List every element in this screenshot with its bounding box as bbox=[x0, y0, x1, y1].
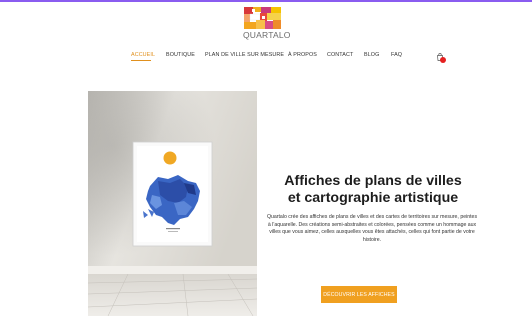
logo-wordmark: QUARTALO bbox=[243, 30, 291, 40]
logo[interactable]: QUARTALO bbox=[243, 7, 290, 41]
hero-headline-line-2: et cartographie artistique bbox=[287, 190, 459, 206]
hero-poster-photo bbox=[88, 91, 257, 316]
main-navigation: ACCUEIL BOUTIQUE PLAN DE VILLE SUR MESUR… bbox=[0, 52, 532, 64]
nav-item-blog[interactable]: BLOG bbox=[364, 52, 379, 58]
cart-count-badge bbox=[440, 57, 446, 63]
nav-item-a-propos[interactable]: À PROPOS bbox=[288, 52, 317, 58]
nav-item-boutique[interactable]: BOUTIQUE bbox=[166, 52, 195, 58]
hero-headline: Affiches de plans de villes et cartograp… bbox=[268, 173, 478, 207]
top-accent-bar bbox=[0, 0, 532, 2]
active-nav-underline bbox=[131, 60, 151, 61]
discover-posters-button[interactable]: DÉCOUVRIR LES AFFICHES bbox=[321, 286, 397, 303]
hero-headline-line-1: Affiches de plans de villes bbox=[284, 173, 462, 189]
logo-mosaic-icon bbox=[244, 7, 281, 29]
nav-item-accueil[interactable]: ACCUEIL bbox=[131, 52, 155, 58]
hero-description: Quartalo crée des affiches de plans de v… bbox=[266, 214, 478, 243]
nav-item-faq[interactable]: FAQ bbox=[391, 52, 402, 58]
nav-item-contact[interactable]: CONTACT bbox=[327, 52, 353, 58]
nav-item-plan-de-ville[interactable]: PLAN DE VILLE SUR MESURE bbox=[205, 52, 284, 58]
